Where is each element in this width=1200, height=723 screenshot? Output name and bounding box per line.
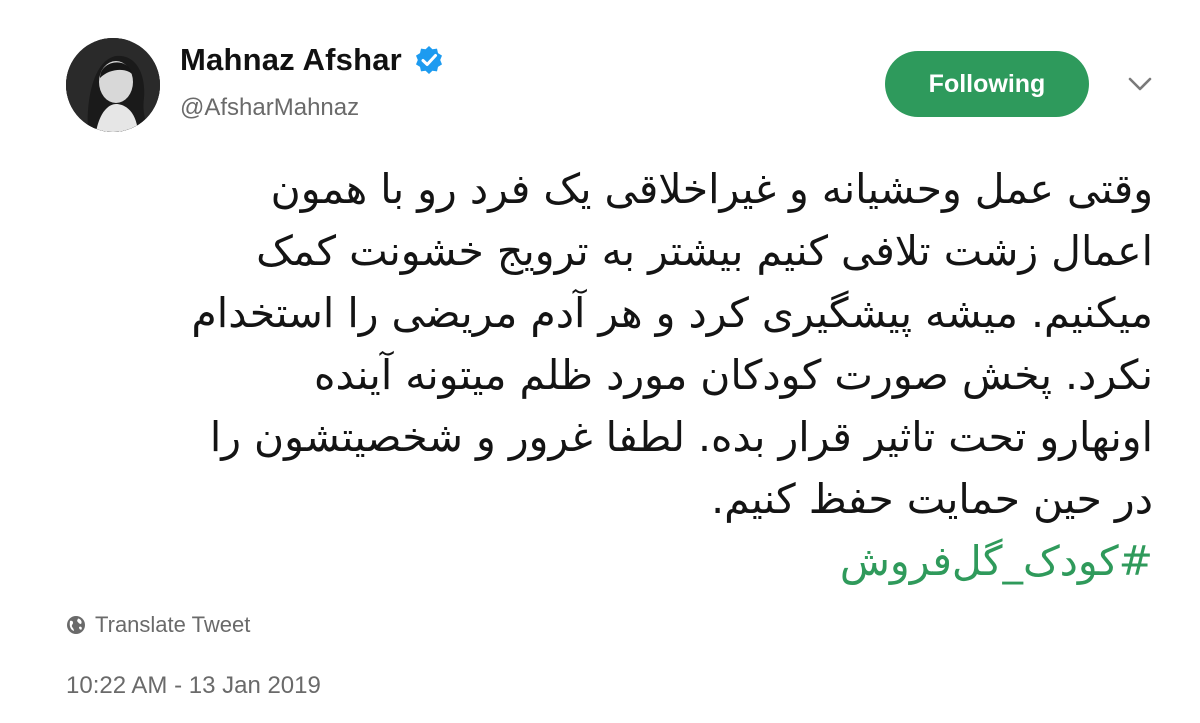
tweet-line: وقتی عمل وحشیانه و غیراخلاقی یک فرد رو ب… bbox=[270, 165, 1153, 213]
tweet-line: اعمال زشت تلافی کنیم بیشتر به ترویج خشون… bbox=[256, 227, 1153, 275]
tweet-line: اونهارو تحت تاثیر قرار بده. لطفا غرور و … bbox=[209, 413, 1153, 461]
display-name[interactable]: Mahnaz Afshar bbox=[180, 42, 402, 78]
translate-label: Translate Tweet bbox=[95, 612, 251, 637]
globe-icon bbox=[67, 616, 85, 634]
avatar-image bbox=[66, 38, 160, 132]
chevron-down-icon[interactable] bbox=[1125, 72, 1155, 96]
tweet-line: در حین حمایت حفظ کنیم. bbox=[711, 475, 1153, 523]
author-name-row: Mahnaz Afshar bbox=[180, 42, 444, 78]
tweet-line: میکنیم. میشه پیشگیری کرد و هر آدم مریضی … bbox=[191, 289, 1153, 337]
hashtag-link[interactable]: #کودک_گل‌فروش bbox=[60, 530, 1153, 592]
tweet-text: وقتی عمل وحشیانه و غیراخلاقی یک فرد رو ب… bbox=[60, 158, 1153, 592]
tweet-line: نکرد. پخش صورت کودکان مورد ظلم میتونه آی… bbox=[314, 351, 1153, 399]
tweet-timestamp[interactable]: 10:22 AM - 13 Jan 2019 bbox=[66, 672, 321, 700]
verified-badge-icon bbox=[415, 46, 442, 74]
author-handle[interactable]: @AfsharMahnaz bbox=[180, 94, 359, 122]
avatar[interactable] bbox=[66, 38, 160, 132]
translate-tweet-link[interactable]: Translate Tweet bbox=[66, 612, 250, 638]
following-button[interactable]: Following bbox=[885, 51, 1089, 117]
